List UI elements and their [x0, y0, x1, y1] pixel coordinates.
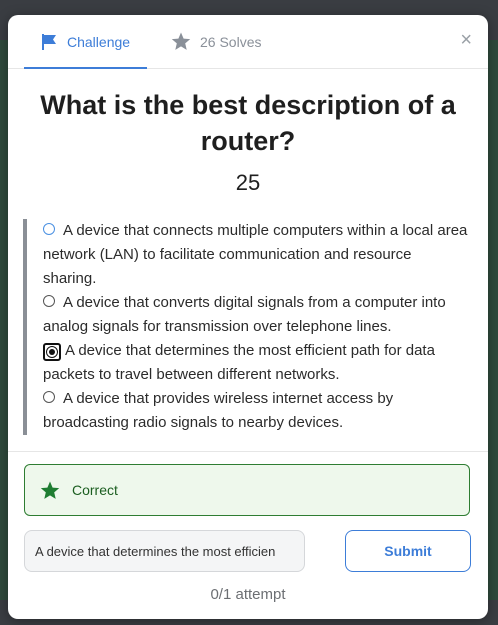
radio-button[interactable]: [43, 295, 55, 307]
option-label: A device that connects multiple computer…: [43, 222, 468, 287]
challenge-points: 25: [235, 170, 261, 195]
option-4[interactable]: A device that provides wireless internet…: [43, 387, 468, 435]
tab-solves-label: 26 Solves: [200, 33, 262, 50]
result-message: Correct: [72, 482, 118, 498]
option-label: A device that provides wireless internet…: [43, 390, 394, 431]
focus-ring: [43, 343, 61, 361]
tab-challenge-label: Challenge: [67, 33, 131, 50]
answer-input[interactable]: [24, 530, 305, 572]
star-icon: [40, 481, 60, 500]
challenge-modal: Challenge 26 Solves × What is the best d…: [8, 15, 488, 619]
option-3[interactable]: A device that determines the most effici…: [43, 339, 468, 387]
option-label: A device that determines the most effici…: [43, 342, 435, 383]
attempts-counter: 0/1 attempt: [210, 586, 286, 603]
tab-solves[interactable]: 26 Solves: [171, 15, 261, 68]
result-alert: Correct: [24, 464, 470, 516]
close-icon[interactable]: ×: [460, 29, 472, 51]
flag-icon: [40, 33, 58, 51]
challenge-title: What is the best description of a router…: [40, 90, 456, 156]
radio-button[interactable]: [43, 391, 55, 403]
option-2[interactable]: A device that converts digital signals f…: [43, 291, 468, 339]
radio-button-selected[interactable]: [46, 346, 58, 358]
divider: [8, 451, 488, 452]
tab-challenge[interactable]: Challenge: [24, 15, 147, 69]
star-icon: [171, 32, 191, 51]
submit-button[interactable]: Submit: [345, 530, 471, 572]
option-1[interactable]: A device that connects multiple computer…: [43, 219, 468, 291]
modal-tabs: Challenge 26 Solves ×: [8, 15, 488, 69]
answer-options: A device that connects multiple computer…: [23, 219, 468, 435]
option-label: A device that converts digital signals f…: [43, 294, 446, 335]
radio-button[interactable]: [43, 223, 55, 235]
